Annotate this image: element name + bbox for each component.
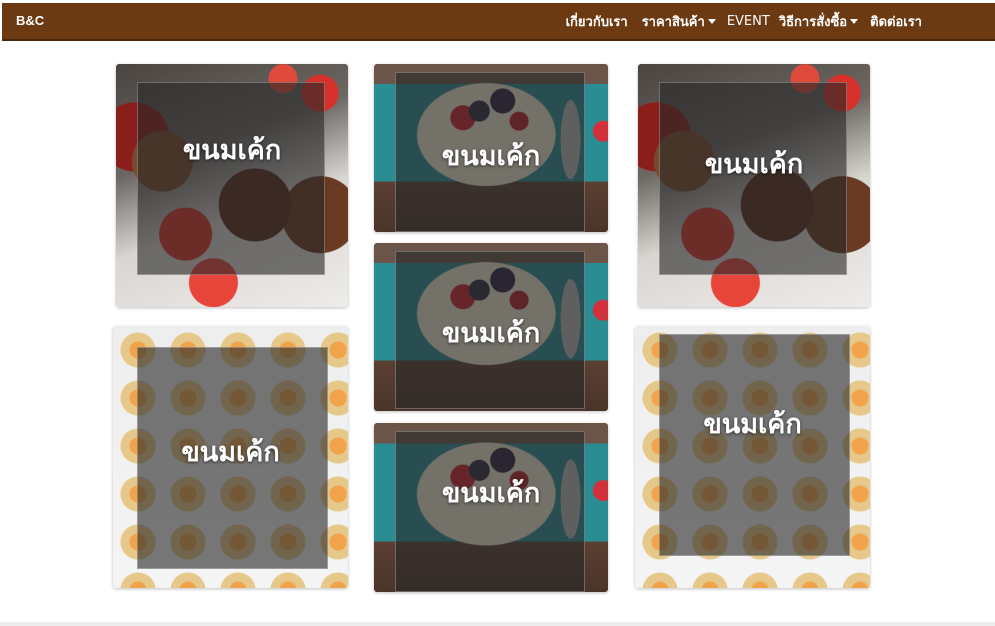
card-overlay — [137, 82, 325, 275]
product-card[interactable]: ขนมเค้ก — [635, 326, 870, 588]
top-navbar: B&C เกี่ยวกับเรา ราคาสินค้า EVENT วิธีกา… — [2, 3, 995, 41]
card-title: ขนมเค้ก — [441, 141, 541, 172]
product-card[interactable]: ขนมเค้ก — [374, 64, 608, 232]
product-card[interactable]: ขนมเค้ก — [374, 423, 608, 592]
nav-item-label: EVENT — [726, 13, 770, 29]
card-title: ขนมเค้ก — [704, 149, 804, 180]
card-overlay — [659, 334, 850, 556]
nav-item-label: ติดต่อเรา — [870, 14, 922, 30]
card-title: ขนมเค้ก — [703, 409, 802, 440]
card-title: ขนมเค้ก — [441, 478, 541, 509]
page-footer-edge — [0, 622, 995, 626]
nav-item-contact[interactable]: ติดต่อเรา — [863, 11, 929, 32]
chevron-down-icon — [850, 18, 859, 24]
card-title: ขนมเค้ก — [441, 318, 541, 349]
nav-menu: เกี่ยวกับเรา ราคาสินค้า EVENT วิธีการสั่… — [559, 3, 929, 39]
nav-item-event[interactable]: EVENT — [723, 14, 774, 29]
nav-item-how-to-order[interactable]: วิธีการสั่งซื้อ — [774, 11, 863, 32]
product-card[interactable]: ขนมเค้ก — [638, 64, 870, 307]
chevron-down-icon — [707, 18, 716, 24]
nav-item-label: วิธีการสั่งซื้อ — [778, 14, 848, 30]
product-card[interactable]: ขนมเค้ก — [113, 326, 348, 588]
card-title: ขนมเค้ก — [181, 437, 280, 468]
product-card[interactable]: ขนมเค้ก — [116, 64, 348, 307]
product-card[interactable]: ขนมเค้ก — [374, 243, 608, 411]
card-title: ขนมเค้ก — [182, 135, 282, 166]
nav-item-prices[interactable]: ราคาสินค้า — [635, 11, 723, 32]
nav-item-label: ราคาสินค้า — [641, 14, 705, 30]
nav-item-about[interactable]: เกี่ยวกับเรา — [559, 11, 635, 32]
nav-item-label: เกี่ยวกับเรา — [565, 14, 628, 30]
brand-logo-link[interactable]: B&C — [16, 13, 44, 28]
